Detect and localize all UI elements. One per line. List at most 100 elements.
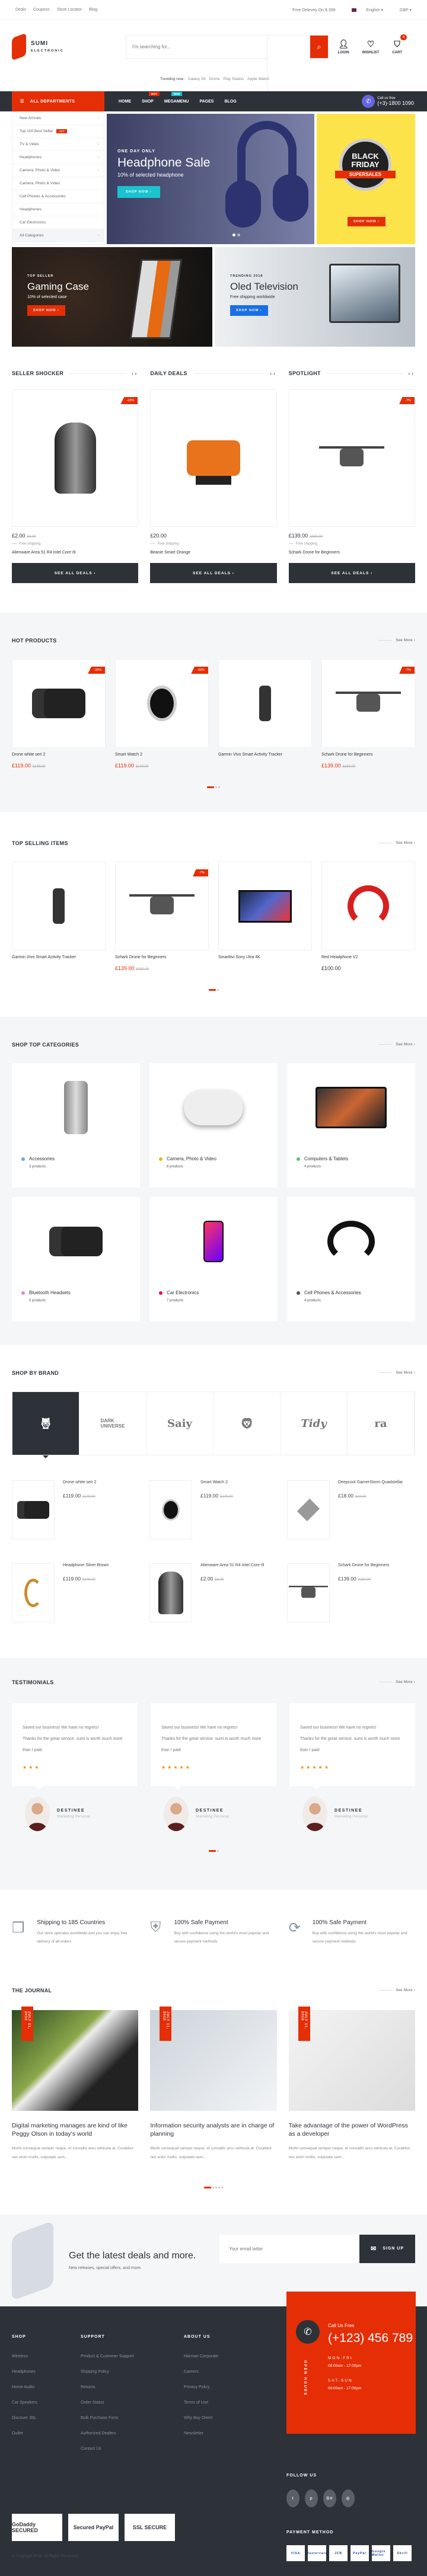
- see-more-link[interactable]: See More ›: [379, 1043, 415, 1047]
- footer-link[interactable]: Order Status: [81, 2401, 134, 2405]
- see-more-link[interactable]: See More ›: [379, 1681, 415, 1684]
- product-name[interactable]: Schark Drone for Beginners: [289, 551, 415, 555]
- email-input[interactable]: [219, 2234, 359, 2263]
- topbar-link[interactable]: Coupons: [33, 8, 50, 12]
- product-name[interactable]: Smart Watch 2: [115, 753, 209, 757]
- page-dot[interactable]: [204, 2186, 211, 2188]
- category-card[interactable]: Computers & Tablets 4 products: [287, 1063, 415, 1188]
- carousel-arrows[interactable]: ‹›: [270, 371, 276, 376]
- promo-banner[interactable]: TRENDING 2018 Oled Television Free shippin…: [215, 247, 415, 347]
- carousel-dots[interactable]: [12, 2184, 415, 2191]
- login-button[interactable]: 👤︎ LOGIN: [338, 39, 349, 55]
- product-name[interactable]: Drone white seri 2: [12, 753, 106, 757]
- carousel-dots[interactable]: [12, 987, 415, 993]
- brand-product[interactable]: Alienware Area 51 R4 Intel Core i9 £2.00 £…: [149, 1563, 278, 1623]
- product-image[interactable]: -7%: [321, 659, 415, 748]
- product-image[interactable]: -20%: [12, 659, 106, 748]
- topbar-link[interactable]: Deals: [15, 8, 26, 12]
- twitter-icon[interactable]: t: [286, 2489, 299, 2507]
- brand-product[interactable]: Smart Watch 2 £119.00 £149.00: [149, 1480, 278, 1540]
- see-all-deals-button[interactable]: SEE ALL DEALS ›: [150, 563, 277, 583]
- product-image[interactable]: -20%: [115, 659, 209, 748]
- banner-shop-now-button[interactable]: SHOP NOW ›: [230, 305, 268, 316]
- trending-link[interactable]: Galaxy S9: [188, 77, 206, 81]
- product-name[interactable]: Schark Drone for Beginners: [321, 753, 415, 757]
- blog-post[interactable]: JULY 11, 2018 Digital marketing manages a…: [12, 2007, 139, 2162]
- product-card[interactable]: Red Headphone V2 £100.00: [321, 862, 415, 971]
- bf-shop-now-button[interactable]: SHOP NOW ›: [348, 217, 385, 226]
- product-card[interactable]: Smarttivi Sony Utra 4K: [218, 862, 312, 971]
- product-name[interactable]: Drone white seri 2: [63, 1480, 96, 1484]
- cart-button[interactable]: ⛉ CART 0: [392, 34, 407, 55]
- dribbble-icon[interactable]: ◎: [342, 2489, 355, 2507]
- product-image[interactable]: [321, 862, 415, 951]
- category-card[interactable]: Accessories 3 products: [12, 1063, 140, 1188]
- carousel-dots[interactable]: [12, 784, 415, 791]
- product-card[interactable]: -7% Schark Drone for Beginners £139.00 £150…: [115, 862, 209, 971]
- brand-product[interactable]: Schark Drone for Beginners £139.00 £150.00: [287, 1563, 415, 1623]
- footer-link[interactable]: Newsletter: [184, 2431, 218, 2436]
- page-dot[interactable]: [216, 1849, 219, 1852]
- carousel-arrows[interactable]: ‹›: [132, 371, 138, 376]
- product-name[interactable]: Headphone Silver Brown: [63, 1563, 109, 1567]
- footer-link[interactable]: Car Speakers: [12, 2401, 37, 2405]
- page-dot[interactable]: [218, 2186, 220, 2188]
- post-title[interactable]: Information security analysts are in cha…: [150, 2121, 276, 2138]
- blog-post[interactable]: JULY 11, 2018 Take advantage of the power…: [288, 2007, 415, 2162]
- product-name[interactable]: Garmin Vivo Smart Activity Tracker: [218, 753, 312, 757]
- footer-link[interactable]: Shipping Policy: [81, 2370, 134, 2374]
- category-card[interactable]: Camera, Photo & Video 8 products: [149, 1063, 278, 1188]
- footer-link[interactable]: Outlet: [12, 2431, 37, 2436]
- trending-link[interactable]: Apple Watch: [247, 77, 269, 81]
- see-more-link[interactable]: See More ›: [379, 1989, 415, 1992]
- footer-link[interactable]: Wireless: [12, 2354, 37, 2359]
- hero-shop-now-button[interactable]: SHOP NOW ›: [117, 186, 160, 198]
- see-more-link[interactable]: See More ›: [379, 1371, 415, 1375]
- slider-dots[interactable]: [232, 232, 242, 238]
- deal-product-image[interactable]: -33%: [12, 389, 139, 527]
- post-title[interactable]: Digital marketing manages are kind of li…: [12, 2121, 138, 2138]
- footer-link[interactable]: Careers: [184, 2370, 218, 2374]
- brand-product[interactable]: Deepcool GamerStorm Quadstellar £18.00 £20…: [287, 1480, 415, 1540]
- footer-link[interactable]: Authorized Dealers: [81, 2431, 134, 2436]
- footer-link[interactable]: Headphones: [12, 2370, 37, 2374]
- footer-link[interactable]: Product & Customer Support: [81, 2354, 134, 2359]
- department-item[interactable]: Camera, Photo & Video: [12, 177, 104, 190]
- product-name[interactable]: Alienware Area 51 R4 Intel Core i9: [200, 1563, 264, 1567]
- blog-post[interactable]: JULY 11, 2018 Information security analys…: [150, 2007, 277, 2162]
- footer-link[interactable]: Discover JBL: [12, 2416, 37, 2420]
- nav-item[interactable]: PAGES: [199, 100, 214, 104]
- footer-link[interactable]: Why Buy Direct: [184, 2416, 218, 2420]
- page-dot[interactable]: [208, 988, 216, 991]
- brand-product[interactable]: Drone white seri 2 £119.00 £149.00: [12, 1480, 140, 1540]
- deal-product-image[interactable]: [150, 389, 277, 527]
- see-all-deals-button[interactable]: SEE ALL DEALS ›: [288, 563, 415, 583]
- post-title[interactable]: Take advantage of the power of WordPress…: [289, 2121, 415, 2138]
- product-card[interactable]: -20% Smart Watch 2 £119.00 £149.00: [115, 659, 209, 769]
- product-name[interactable]: Alienware Area 51 R4 Intel Core i9: [12, 551, 138, 555]
- trending-link[interactable]: Play Station: [223, 77, 244, 81]
- footer-link[interactable]: Terms of Use: [184, 2401, 218, 2405]
- all-departments-button[interactable]: ☰ ALL DEPARTMENTS: [12, 91, 104, 111]
- footer-link[interactable]: Home Audio: [12, 2385, 37, 2389]
- brand-product[interactable]: Headphone Silver Brown £119.00 £149.00: [12, 1563, 140, 1623]
- nav-item[interactable]: SHOP HOT: [142, 91, 160, 104]
- product-card[interactable]: Garmin Vivo Smart Activity Tracker: [218, 659, 312, 769]
- see-more-link[interactable]: See More ›: [379, 841, 415, 845]
- page-dot[interactable]: [215, 2186, 217, 2188]
- see-more-link[interactable]: See More ›: [379, 639, 415, 642]
- page-dot[interactable]: [215, 786, 217, 788]
- category-card[interactable]: Cell Phones & Accessories 4 products: [287, 1197, 415, 1321]
- product-name[interactable]: Smarttivi Sony Utra 4K: [218, 955, 312, 959]
- product-thumbnail[interactable]: [149, 1480, 192, 1540]
- search-input[interactable]: [126, 36, 267, 58]
- product-thumbnail[interactable]: [12, 1480, 55, 1540]
- department-item[interactable]: Cell Phones & Accessories: [12, 190, 104, 203]
- behance-icon[interactable]: Bē: [323, 2489, 336, 2507]
- sign-up-button[interactable]: ✉ SIGN UP: [359, 2234, 415, 2263]
- product-name[interactable]: Smart Watch 2: [200, 1480, 233, 1484]
- hero-slider[interactable]: ONE DAY ONLY Headphone Sale 10% of selecte…: [107, 114, 314, 244]
- department-item[interactable]: Car Electronics: [12, 216, 104, 229]
- footer-link[interactable]: Contact Us: [81, 2447, 134, 2451]
- brand-logo-1[interactable]: DARK UNIVERSE: [79, 1392, 146, 1455]
